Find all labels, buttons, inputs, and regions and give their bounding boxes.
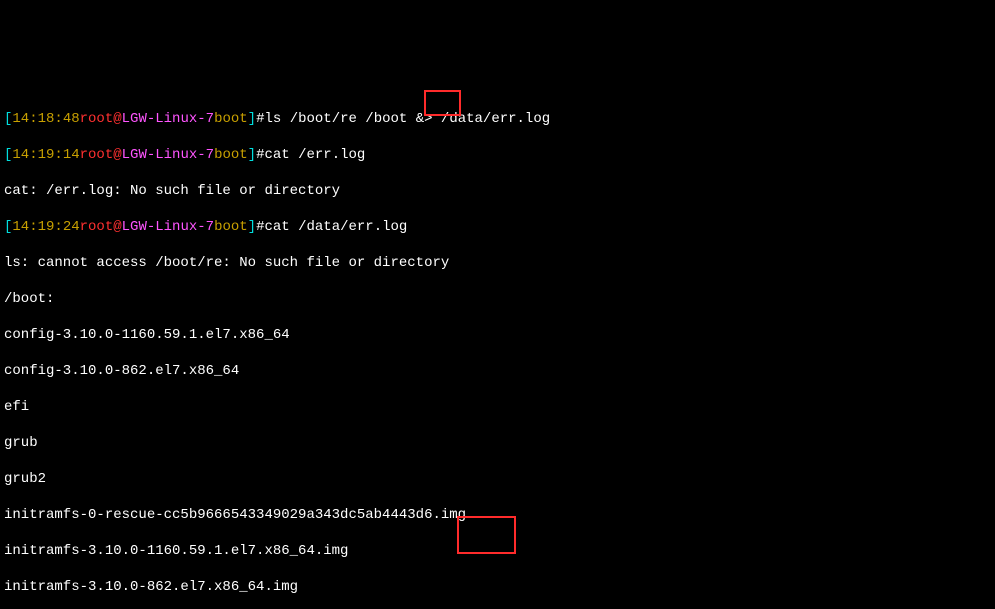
prompt-host: LGW-Linux-7 (122, 147, 214, 163)
command-text: cat /data/err.log (264, 219, 407, 235)
output-line: grub2 (4, 470, 991, 488)
prompt-path: boot (214, 111, 248, 127)
output-line: initramfs-0-rescue-cc5b9666543349029a343… (4, 506, 991, 524)
output-line: efi (4, 398, 991, 416)
prompt-user: root (80, 219, 114, 235)
prompt-line[interactable]: [14:19:24root@LGW-Linux-7boot]#cat /data… (4, 218, 991, 236)
output-line: config-3.10.0-862.el7.x86_64 (4, 362, 991, 380)
bracket-close: ] (248, 147, 256, 163)
output-line: grub (4, 434, 991, 452)
output-line: /boot: (4, 290, 991, 308)
output-line: ls: cannot access /boot/re: No such file… (4, 254, 991, 272)
bracket-close: ] (248, 111, 256, 127)
prompt-line[interactable]: [14:19:14root@LGW-Linux-7boot]#cat /err.… (4, 146, 991, 164)
output-line: initramfs-3.10.0-862.el7.x86_64.img (4, 578, 991, 596)
output-line: cat: /err.log: No such file or directory (4, 182, 991, 200)
command-text: ls /boot/re /boot &> /data/err.log (264, 111, 550, 127)
prompt-time: 14:19:14 (12, 147, 79, 163)
prompt-path: boot (214, 219, 248, 235)
prompt-at: @ (113, 219, 121, 235)
bracket-close: ] (248, 219, 256, 235)
output-line: config-3.10.0-1160.59.1.el7.x86_64 (4, 326, 991, 344)
prompt-user: root (80, 147, 114, 163)
command-text: cat /err.log (264, 147, 365, 163)
prompt-line[interactable]: [14:18:48root@LGW-Linux-7boot]#ls /boot/… (4, 110, 991, 128)
prompt-at: @ (113, 147, 121, 163)
prompt-host: LGW-Linux-7 (122, 219, 214, 235)
prompt-path: boot (214, 147, 248, 163)
prompt-time: 14:19:24 (12, 219, 79, 235)
prompt-time: 14:18:48 (12, 111, 79, 127)
prompt-at: @ (113, 111, 121, 127)
prompt-host: LGW-Linux-7 (122, 111, 214, 127)
output-line: initramfs-3.10.0-1160.59.1.el7.x86_64.im… (4, 542, 991, 560)
terminal[interactable]: [14:18:48root@LGW-Linux-7boot]#ls /boot/… (0, 90, 995, 609)
prompt-user: root (80, 111, 114, 127)
